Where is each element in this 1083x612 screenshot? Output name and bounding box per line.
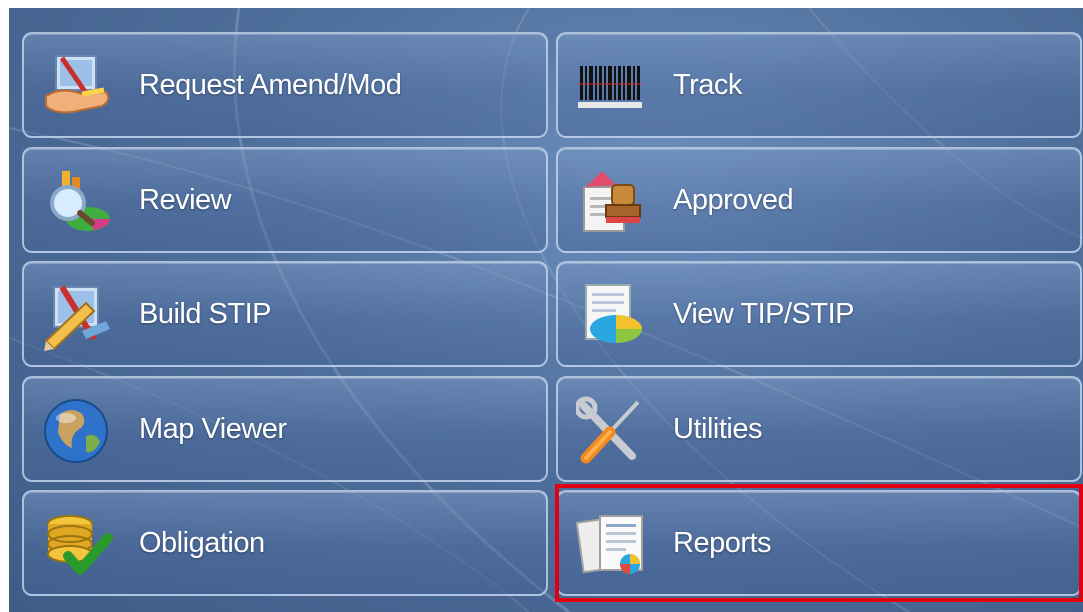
hand-pencil-icon: [42, 52, 114, 122]
stamp-icon: [576, 167, 648, 237]
reports-button[interactable]: Reports: [556, 490, 1082, 596]
wrench-screwdriver-icon: [576, 396, 648, 466]
globe-icon: [42, 396, 114, 466]
obligation-button[interactable]: Obligation: [22, 490, 548, 596]
pencil-ruler-icon: [42, 281, 114, 351]
tile-label: Obligation: [139, 526, 265, 559]
document-pie-icon: [576, 281, 648, 351]
tile-label: Reports: [673, 526, 772, 559]
build-stip-button[interactable]: Build STIP: [22, 261, 548, 367]
tile-label: Map Viewer: [139, 412, 287, 445]
tile-label: Utilities: [673, 412, 762, 445]
track-button[interactable]: Track: [556, 32, 1082, 138]
barcode-icon: [576, 52, 648, 122]
magnifier-chart-icon: [42, 167, 114, 237]
report-document-icon: [576, 510, 648, 580]
tile-label: Approved: [673, 183, 794, 216]
view-tip-stip-button[interactable]: View TIP/STIP: [556, 261, 1082, 367]
map-viewer-button[interactable]: Map Viewer: [22, 376, 548, 482]
tile-label: Request Amend/Mod: [139, 68, 402, 101]
coins-check-icon: [42, 510, 114, 580]
approved-button[interactable]: Approved: [556, 147, 1082, 253]
tile-label: Build STIP: [139, 297, 272, 330]
tile-label: Review: [139, 183, 232, 216]
tile-label: View TIP/STIP: [673, 297, 855, 330]
tile-label: Track: [673, 68, 742, 101]
review-button[interactable]: Review: [22, 147, 548, 253]
menu-panel: Request Amend/Mod Track Review Approved …: [9, 8, 1083, 612]
request-amend-mod-button[interactable]: Request Amend/Mod: [22, 32, 548, 138]
utilities-button[interactable]: Utilities: [556, 376, 1082, 482]
